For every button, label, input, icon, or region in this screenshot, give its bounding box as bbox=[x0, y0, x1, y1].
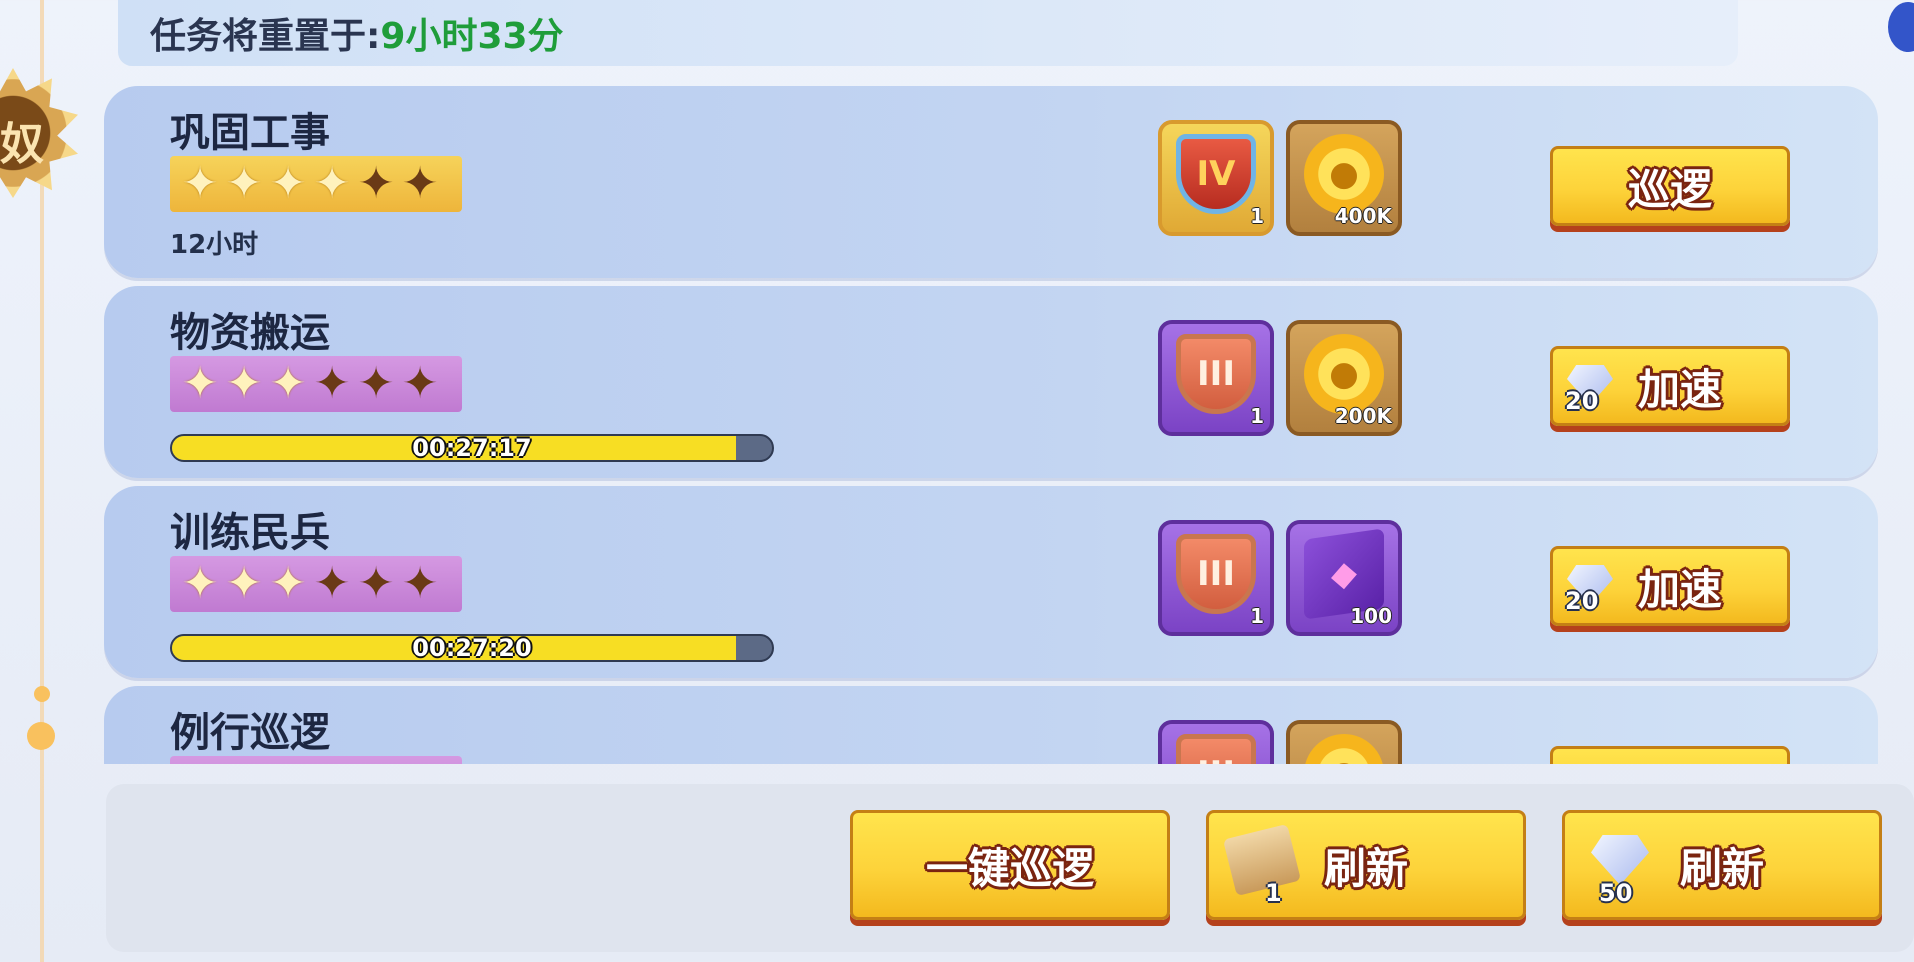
reward-slot[interactable]: ● 400K bbox=[1286, 120, 1402, 236]
patrol-button[interactable]: 巡逻 bbox=[1550, 146, 1790, 226]
shield-iii-icon: III bbox=[1176, 334, 1256, 414]
task-name: 例行巡逻 bbox=[170, 710, 330, 756]
coin-icon: ● bbox=[1304, 734, 1384, 764]
star-filled-icon: ✦ bbox=[181, 158, 219, 209]
scroll-count: 1 bbox=[1265, 879, 1282, 907]
reward-slot[interactable]: III bbox=[1158, 720, 1274, 764]
reward-count: 400K bbox=[1334, 204, 1392, 228]
star-empty-icon: ✦ bbox=[357, 558, 395, 609]
rank-badge[interactable]: 奴 bbox=[0, 68, 78, 198]
reward-slot[interactable]: ◆ 100 bbox=[1286, 520, 1402, 636]
refresh-gem-label: 刷新 bbox=[1679, 843, 1764, 893]
star-empty-icon: ✦ bbox=[313, 358, 351, 409]
task-card: 训练民兵 ✦ ✦ ✦ ✦ ✦ ✦ 00:27:20 III 1 ◆ 100 20 加速 bbox=[104, 486, 1878, 678]
patrol-all-button[interactable]: 一键巡逻 bbox=[850, 810, 1170, 920]
star-empty-icon: ✦ bbox=[357, 358, 395, 409]
shield-iii-icon: III bbox=[1176, 734, 1256, 764]
star-filled-icon: ✦ bbox=[225, 358, 263, 409]
gem-icon bbox=[1591, 835, 1649, 885]
coin-icon: ● bbox=[1304, 134, 1384, 214]
reward-slot[interactable]: IV 1 bbox=[1158, 120, 1274, 236]
star-filled-icon: ✦ bbox=[313, 158, 351, 209]
reward-count: 200K bbox=[1334, 404, 1392, 428]
task-list[interactable]: 巩固工事 ✦ ✦ ✦ ✦ ✦ ✦ 12小时 IV 1 ● 400K 巡逻 物资搬运 ✦ ✦ ✦… bbox=[104, 84, 1878, 764]
star-filled-icon: ✦ bbox=[269, 158, 307, 209]
star-empty-icon: ✦ bbox=[313, 558, 351, 609]
progress-timer: 00:27:20 bbox=[412, 634, 532, 662]
reward-slot[interactable]: ● bbox=[1286, 720, 1402, 764]
star-filled-icon: ✦ bbox=[181, 558, 219, 609]
star-filled-icon: ✦ bbox=[269, 358, 307, 409]
refresh-scroll-button[interactable]: 1 刷新 bbox=[1206, 810, 1526, 920]
star-filled-icon: ✦ bbox=[222, 762, 266, 765]
speed-up-label: 加速 bbox=[1637, 364, 1722, 414]
reset-timer-bar: 任务将重置于: 9小时33分 bbox=[118, 0, 1738, 66]
task-card: 例行巡逻 ✦✦✦✦✦✦ III ● bbox=[104, 686, 1878, 764]
reward-slot[interactable]: ● 200K bbox=[1286, 320, 1402, 436]
task-name: 物资搬运 bbox=[170, 310, 330, 356]
scroll-icon bbox=[1222, 823, 1302, 897]
footer-bar: 一键巡逻 1 刷新 50 刷新 bbox=[106, 784, 1914, 952]
reset-label: 任务将重置于: bbox=[150, 16, 381, 57]
reward-count: 1 bbox=[1250, 204, 1264, 228]
gem-cost: 50 bbox=[1599, 879, 1633, 907]
star-empty-icon: ✦ bbox=[310, 762, 354, 765]
star-empty-icon: ✦ bbox=[401, 558, 439, 609]
speed-up-button[interactable]: 20 加速 bbox=[1550, 546, 1790, 626]
speed-up-label: 加速 bbox=[1637, 564, 1722, 614]
task-star-rating: ✦✦✦✦✦✦ bbox=[170, 556, 462, 612]
task-progress-bar: 00:27:20 bbox=[170, 634, 774, 662]
star-empty-icon: ✦ bbox=[357, 158, 395, 209]
reset-time: 9小时33分 bbox=[380, 16, 564, 57]
task-progress-bar: 00:27:17 bbox=[170, 434, 774, 462]
patrol-button-label: 巡逻 bbox=[1627, 164, 1712, 214]
gem-cost: 20 bbox=[1565, 387, 1599, 415]
star-filled-icon: ✦ bbox=[225, 558, 263, 609]
star-filled-icon: ✦ bbox=[266, 762, 310, 765]
corner-button[interactable] bbox=[1888, 2, 1914, 52]
star-filled-icon: ✦ bbox=[225, 158, 263, 209]
star-filled-icon: ✦ bbox=[178, 762, 222, 765]
shield-iv-icon: IV bbox=[1176, 134, 1256, 214]
task-card: 物资搬运 ✦ ✦ ✦ ✦ ✦ ✦ 00:27:17 III 1 ● 200K 20 加速 bbox=[104, 286, 1878, 478]
shield-iii-icon: III bbox=[1176, 534, 1256, 614]
star-filled-icon: ✦ bbox=[269, 558, 307, 609]
patrol-all-label: 一键巡逻 bbox=[925, 843, 1094, 893]
star-empty-icon: ✦ bbox=[398, 762, 442, 765]
task-star-rating: ✦✦✦✦✦✦ bbox=[170, 156, 462, 212]
task-star-rating: ✦✦✦✦✦✦ bbox=[170, 356, 462, 412]
rail-dot-large bbox=[27, 722, 55, 750]
task-name: 训练民兵 bbox=[170, 510, 330, 556]
refresh-scroll-label: 刷新 bbox=[1323, 843, 1408, 893]
task-duration: 12小时 bbox=[170, 230, 259, 260]
rail-dot-small bbox=[34, 686, 50, 702]
coin-icon: ● bbox=[1304, 334, 1384, 414]
star-empty-icon: ✦ bbox=[401, 358, 439, 409]
badge-text: 奴 bbox=[0, 119, 44, 170]
reward-count: 100 bbox=[1350, 604, 1392, 628]
reward-slot[interactable]: III 1 bbox=[1158, 520, 1274, 636]
task-name: 巩固工事 bbox=[170, 110, 330, 156]
gem-cost: 20 bbox=[1565, 587, 1599, 615]
star-empty-icon: ✦ bbox=[354, 762, 398, 765]
task-action-button[interactable] bbox=[1550, 746, 1790, 764]
task-star-rating: ✦✦✦✦✦✦ bbox=[170, 756, 462, 764]
reward-count: 1 bbox=[1250, 404, 1264, 428]
star-filled-icon: ✦ bbox=[181, 358, 219, 409]
reward-slot[interactable]: III 1 bbox=[1158, 320, 1274, 436]
reward-count: 1 bbox=[1250, 604, 1264, 628]
refresh-gem-button[interactable]: 50 刷新 bbox=[1562, 810, 1882, 920]
task-card: 巩固工事 ✦ ✦ ✦ ✦ ✦ ✦ 12小时 IV 1 ● 400K 巡逻 bbox=[104, 86, 1878, 278]
speed-up-button[interactable]: 20 加速 bbox=[1550, 346, 1790, 426]
progress-timer: 00:27:17 bbox=[412, 434, 532, 462]
star-empty-icon: ✦ bbox=[401, 158, 439, 209]
